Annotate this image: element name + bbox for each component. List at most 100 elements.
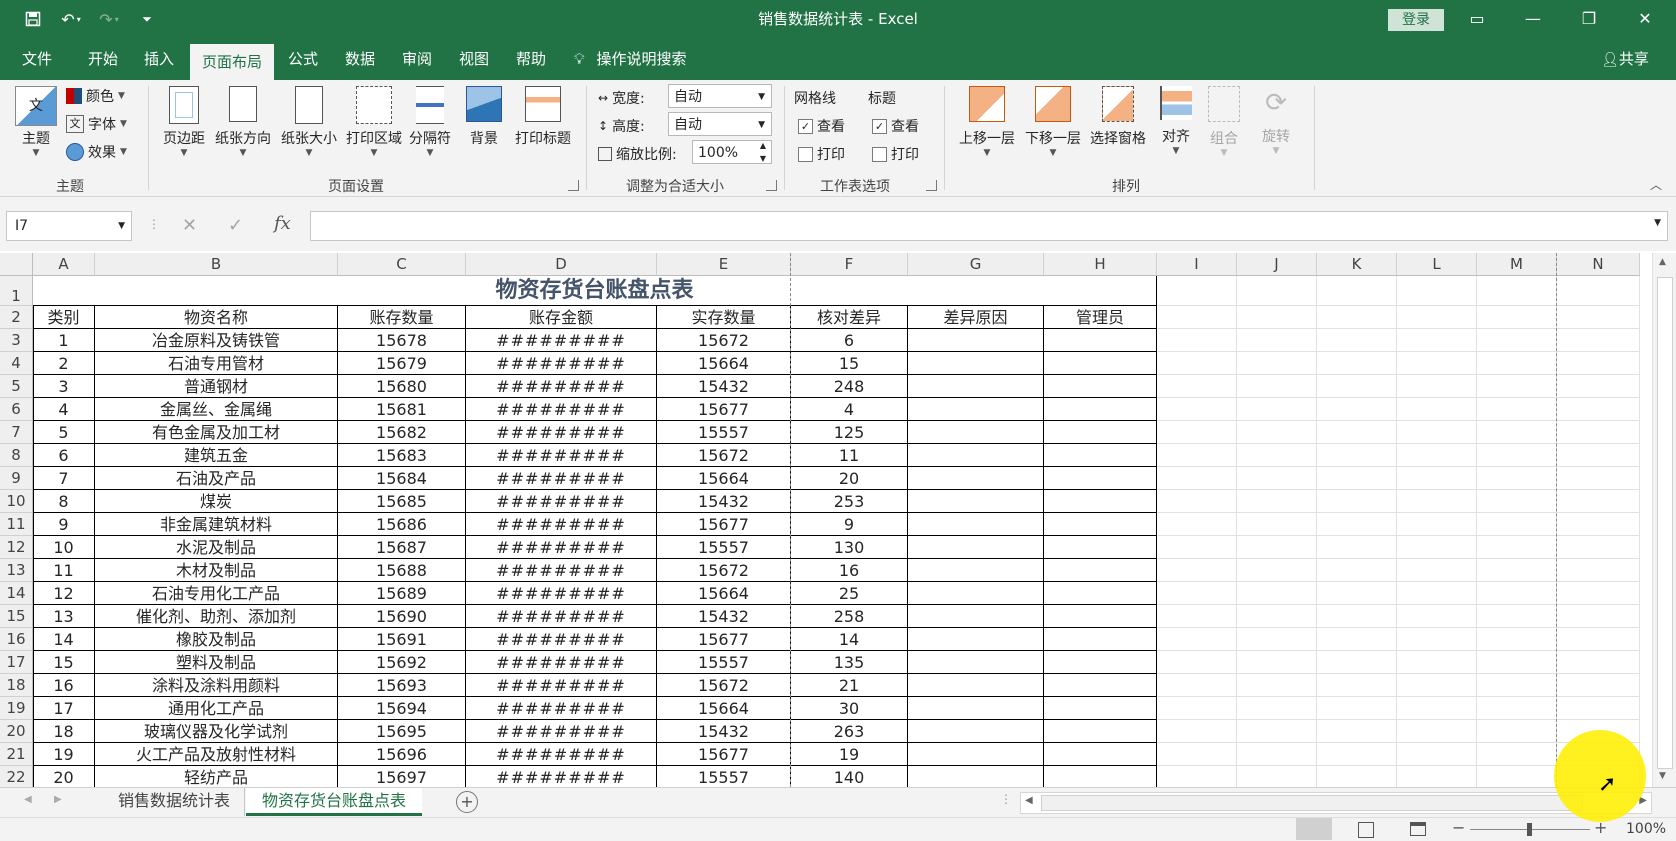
empty-cell[interactable] [1477, 276, 1557, 306]
empty-cell[interactable] [1237, 697, 1317, 720]
table-cell[interactable]: ######### [466, 743, 657, 766]
row-header-8[interactable]: 8 [0, 444, 33, 467]
sheet-tab-sales[interactable]: 销售数据统计表 [104, 788, 245, 816]
rotate-button[interactable]: ⟳ 旋转 ▼ [1252, 86, 1300, 156]
table-cell[interactable]: 15677 [657, 513, 791, 536]
table-cell[interactable] [1044, 398, 1157, 421]
bring-forward-button[interactable]: 上移一层 ▼ [954, 86, 1020, 158]
table-cell[interactable]: ######### [466, 628, 657, 651]
table-cell[interactable]: 玻璃仪器及化学试剂 [95, 720, 338, 743]
table-cell[interactable] [1044, 375, 1157, 398]
empty-cell[interactable] [1157, 306, 1237, 329]
table-cell[interactable]: 1 [33, 329, 95, 352]
table-cell[interactable]: 水泥及制品 [95, 536, 338, 559]
row-header-13[interactable]: 13 [0, 559, 33, 582]
table-cell[interactable] [908, 375, 1044, 398]
empty-cell[interactable] [1317, 467, 1397, 490]
page-setup-launcher-icon[interactable] [568, 180, 579, 191]
table-cell[interactable]: 15684 [338, 467, 466, 490]
table-cell[interactable]: 6 [33, 444, 95, 467]
empty-cell[interactable] [1557, 329, 1640, 352]
empty-cell[interactable] [1317, 720, 1397, 743]
table-cell[interactable] [908, 513, 1044, 536]
empty-cell[interactable] [1397, 329, 1477, 352]
table-cell[interactable]: 通用化工产品 [95, 697, 338, 720]
table-cell[interactable]: 煤炭 [95, 490, 338, 513]
row-header-7[interactable]: 7 [0, 421, 33, 444]
tab-home[interactable]: 开始 [78, 38, 128, 80]
sheet-tab-inventory[interactable]: 物资存货台账盘点表 [246, 788, 422, 816]
empty-cell[interactable] [1397, 697, 1477, 720]
scroll-left-icon[interactable]: ◀ [1025, 795, 1033, 806]
table-cell[interactable]: 18 [33, 720, 95, 743]
table-cell[interactable] [1044, 329, 1157, 352]
empty-cell[interactable] [1157, 559, 1237, 582]
table-cell[interactable]: 15432 [657, 605, 791, 628]
empty-cell[interactable] [1557, 306, 1640, 329]
tab-formulas[interactable]: 公式 [278, 38, 328, 80]
column-header-b[interactable]: B [95, 253, 338, 276]
empty-cell[interactable] [1237, 743, 1317, 766]
table-cell[interactable] [1044, 490, 1157, 513]
zoom-out-icon[interactable]: − [1452, 818, 1465, 837]
empty-cell[interactable] [1557, 375, 1640, 398]
table-cell[interactable]: 15688 [338, 559, 466, 582]
table-cell[interactable]: 15689 [338, 582, 466, 605]
table-cell[interactable] [908, 467, 1044, 490]
table-cell[interactable]: 15686 [338, 513, 466, 536]
table-cell[interactable]: 15677 [657, 398, 791, 421]
table-cell[interactable]: 15557 [657, 651, 791, 674]
table-cell[interactable] [908, 605, 1044, 628]
tab-help[interactable]: 帮助 [506, 38, 556, 80]
row-header-11[interactable]: 11 [0, 513, 33, 536]
ribbon-display-options-icon[interactable]: ▭ [1454, 0, 1500, 38]
table-cell[interactable] [1044, 628, 1157, 651]
table-cell[interactable]: 11 [791, 444, 908, 467]
empty-cell[interactable] [1237, 306, 1317, 329]
table-cell[interactable]: 金属丝、金属绳 [95, 398, 338, 421]
headings-print-checkbox[interactable]: 打印 [872, 144, 919, 164]
enter-check-icon[interactable]: ✓ [228, 215, 243, 236]
chevron-down-icon[interactable]: ▼ [1654, 218, 1661, 228]
table-cell[interactable]: ######### [466, 375, 657, 398]
table-cell[interactable] [1044, 697, 1157, 720]
zoom-level[interactable]: 100% [1626, 821, 1666, 837]
empty-cell[interactable] [1157, 444, 1237, 467]
table-cell[interactable]: 15557 [657, 766, 791, 787]
empty-cell[interactable] [1557, 628, 1640, 651]
empty-cell[interactable] [1157, 743, 1237, 766]
tab-insert[interactable]: 插入 [134, 38, 184, 80]
row-header-10[interactable]: 10 [0, 490, 33, 513]
empty-cell[interactable] [1317, 743, 1397, 766]
empty-cell[interactable] [1237, 467, 1317, 490]
empty-cell[interactable] [1397, 720, 1477, 743]
tab-view[interactable]: 视图 [449, 38, 499, 80]
tab-data[interactable]: 数据 [335, 38, 385, 80]
table-cell[interactable] [1044, 651, 1157, 674]
column-header-e[interactable]: E [657, 253, 791, 276]
empty-cell[interactable] [1157, 467, 1237, 490]
row-header-20[interactable]: 20 [0, 720, 33, 743]
insert-function-icon[interactable]: fx [274, 213, 291, 234]
table-cell[interactable]: 248 [791, 375, 908, 398]
table-cell[interactable]: 15432 [657, 490, 791, 513]
row-header-17[interactable]: 17 [0, 651, 33, 674]
empty-cell[interactable] [1477, 743, 1557, 766]
table-cell[interactable]: 15696 [338, 743, 466, 766]
table-cell[interactable]: 15695 [338, 720, 466, 743]
table-cell[interactable] [1044, 559, 1157, 582]
table-cell[interactable]: 11 [33, 559, 95, 582]
empty-cell[interactable] [1157, 536, 1237, 559]
empty-cell[interactable] [1317, 582, 1397, 605]
minimize-icon[interactable]: — [1510, 0, 1556, 38]
row-header-15[interactable]: 15 [0, 605, 33, 628]
empty-cell[interactable] [1397, 743, 1477, 766]
table-cell[interactable]: 催化剂、助剂、添加剂 [95, 605, 338, 628]
table-cell[interactable] [1044, 743, 1157, 766]
table-cell[interactable] [1044, 720, 1157, 743]
vertical-scroll-thumb[interactable] [1657, 277, 1673, 769]
empty-cell[interactable] [1157, 582, 1237, 605]
empty-cell[interactable] [1237, 628, 1317, 651]
table-cell[interactable] [908, 582, 1044, 605]
name-box[interactable]: I7 ▼ [6, 211, 132, 241]
